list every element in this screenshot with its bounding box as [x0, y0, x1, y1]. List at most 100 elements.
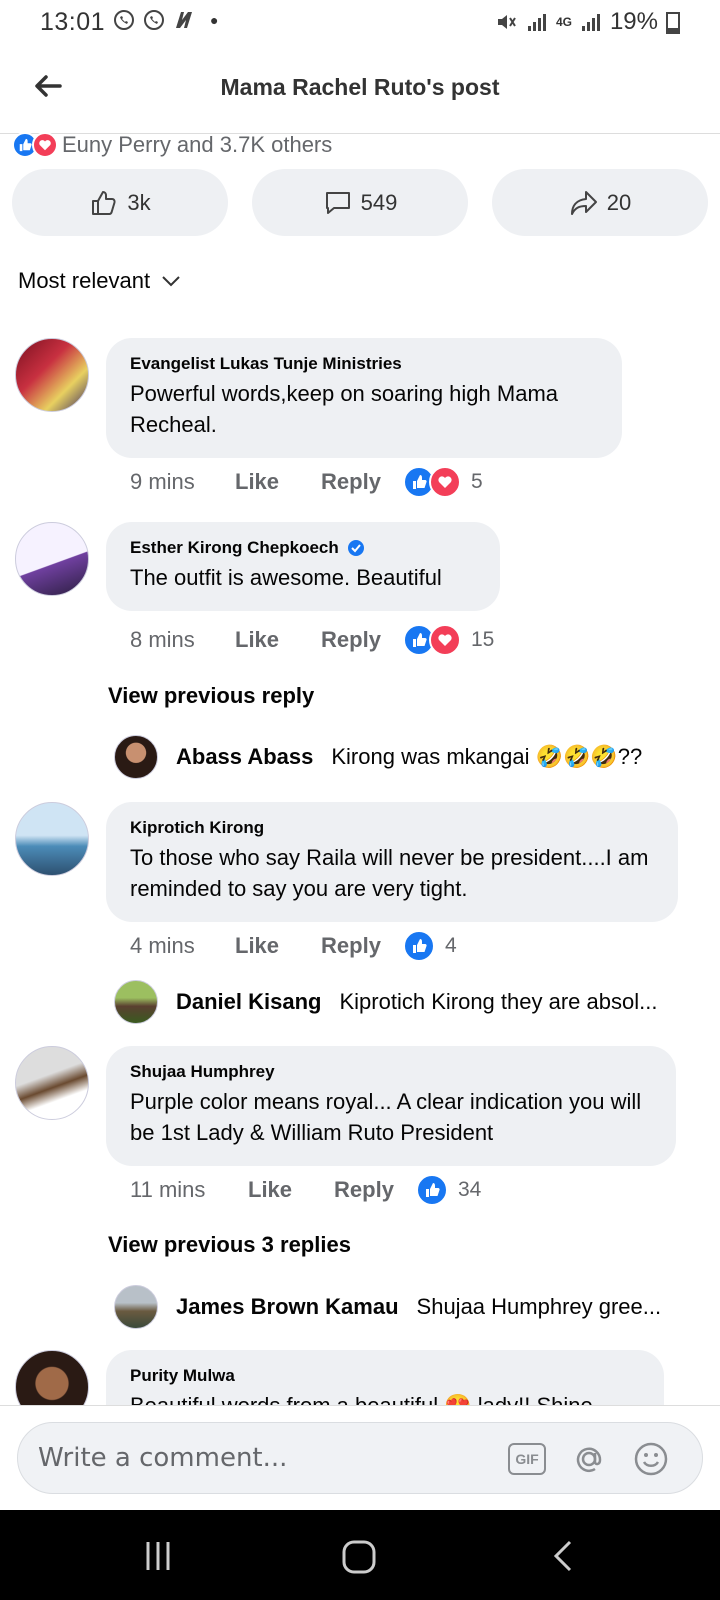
- reply-link[interactable]: Reply: [334, 1177, 394, 1203]
- commenter-name[interactable]: Esther Kirong Chepkoech: [130, 538, 476, 558]
- avatar[interactable]: [15, 522, 89, 596]
- reaction-count: 34: [457, 1178, 482, 1201]
- reply-text: Shujaa Humphrey gree...: [416, 1294, 662, 1319]
- reply-preview[interactable]: James Brown Kamau Shujaa Humphrey gree..…: [114, 1285, 661, 1329]
- like-link[interactable]: Like: [248, 1177, 292, 1203]
- like-reaction-icon: [402, 930, 435, 962]
- mute-icon: [497, 15, 516, 29]
- reply-link[interactable]: Reply: [321, 469, 381, 495]
- comment-count: 549: [360, 189, 398, 215]
- comment-meta: 8 mins Like Reply 15: [130, 624, 494, 656]
- comment-text: The outfit is awesome. Beautiful: [130, 565, 442, 590]
- view-previous-replies-link[interactable]: View previous 3 replies: [108, 1232, 351, 1258]
- reply-preview[interactable]: Daniel Kisang Kiprotich Kirong they are …: [114, 980, 657, 1024]
- share-button[interactable]: 20: [492, 169, 708, 236]
- reply-link[interactable]: Reply: [321, 933, 381, 959]
- like-link[interactable]: Like: [235, 627, 279, 653]
- gif-button[interactable]: GIF: [508, 1443, 546, 1475]
- thumbs-up-icon: [92, 190, 116, 215]
- view-previous-replies-link[interactable]: View previous reply: [108, 683, 314, 709]
- commenter-name-text: Esther Kirong Chepkoech: [130, 538, 339, 557]
- comment-meta: 4 mins Like Reply 4: [130, 930, 457, 962]
- comment-meta: 11 mins Like Reply 34: [130, 1174, 481, 1206]
- reply-preview[interactable]: Abass Abass Kirong was mkangai 🤣🤣🤣??: [114, 735, 642, 779]
- avatar[interactable]: [114, 735, 158, 779]
- like-link[interactable]: Like: [235, 469, 279, 495]
- reactions-summary[interactable]: Euny Perry and 3.7K others: [12, 130, 332, 160]
- reply-author[interactable]: Daniel Kisang: [176, 989, 321, 1015]
- like-count: 3k: [127, 189, 151, 215]
- signal-icon: [581, 14, 600, 31]
- sort-dropdown[interactable]: Most relevant: [18, 268, 182, 294]
- avatar[interactable]: [15, 338, 89, 412]
- comment-reactions[interactable]: 15: [402, 624, 495, 656]
- system-navigation-bar: [0, 1510, 720, 1600]
- avatar[interactable]: [114, 980, 158, 1024]
- status-bar: 13:01 ● 4G 19%: [0, 0, 720, 44]
- commenter-name[interactable]: Evangelist Lukas Tunje Ministries: [130, 354, 598, 374]
- commenter-name[interactable]: Purity Mulwa: [130, 1366, 640, 1386]
- avatar[interactable]: [15, 1046, 89, 1120]
- news-app-icon: [176, 12, 192, 28]
- share-arrow-icon: [570, 190, 597, 215]
- avatar[interactable]: [114, 1285, 158, 1329]
- comment-text: Purple color means royal... A clear indi…: [130, 1089, 642, 1145]
- comment-reactions[interactable]: 4: [402, 930, 457, 962]
- like-button[interactable]: 3k: [12, 169, 228, 236]
- comment-reactions[interactable]: 5: [402, 466, 483, 498]
- sort-label: Most relevant: [18, 268, 151, 293]
- emoji-icon[interactable]: [633, 1441, 669, 1477]
- notification-icons: ●: [112, 8, 218, 32]
- commenter-name[interactable]: Shujaa Humphrey: [130, 1062, 652, 1082]
- home-icon[interactable]: [340, 1538, 378, 1576]
- back-nav-icon[interactable]: [548, 1538, 578, 1574]
- page-title: Mama Rachel Ruto's post: [220, 74, 500, 100]
- avatar[interactable]: [15, 802, 89, 876]
- reply-author[interactable]: James Brown Kamau: [176, 1294, 399, 1320]
- comment-bubble-icon: [325, 191, 350, 214]
- comment-bubble: Shujaa Humphrey Purple color means royal…: [106, 1046, 676, 1166]
- reactions-summary-text: Euny Perry and 3.7K others: [62, 132, 333, 157]
- like-link[interactable]: Like: [235, 933, 279, 959]
- commenter-name[interactable]: Kiprotich Kirong: [130, 818, 654, 838]
- reply-text: Kiprotich Kirong they are absol...: [339, 989, 658, 1014]
- reaction-count: 15: [470, 628, 495, 651]
- mention-at-icon[interactable]: [571, 1441, 607, 1477]
- chevron-down-icon: [162, 276, 180, 287]
- system-icons: 4G 19%: [494, 8, 680, 36]
- status-time: 13:01: [40, 8, 106, 36]
- love-reaction-icon: [32, 132, 58, 158]
- comment-bubble: Purity Mulwa Beautiful words from a beau…: [106, 1350, 664, 1405]
- comment-time[interactable]: 11 mins: [130, 1177, 248, 1203]
- comment-time[interactable]: 4 mins: [130, 933, 235, 959]
- comment-button[interactable]: 549: [252, 169, 468, 236]
- reply-link[interactable]: Reply: [321, 627, 381, 653]
- reply-text: Kirong was mkangai 🤣🤣🤣??: [331, 744, 643, 769]
- share-count: 20: [606, 189, 632, 215]
- comment-input-placeholder: Write a comment...: [38, 1443, 288, 1473]
- battery-icon: [666, 12, 680, 34]
- comment-text: Beautiful words from a beautiful 😍 lady!…: [130, 1390, 640, 1405]
- comment-composer-bar: Write a comment... GIF: [0, 1405, 720, 1510]
- comment-time[interactable]: 9 mins: [130, 469, 235, 495]
- like-reaction-icon: [415, 1174, 448, 1206]
- recent-apps-icon[interactable]: [140, 1538, 176, 1574]
- signal-icon: [527, 14, 546, 31]
- post-header: Mama Rachel Ruto's post: [0, 44, 720, 134]
- comment-partial: Purity Mulwa Beautiful words from a beau…: [0, 1350, 720, 1405]
- comment-bubble: Esther Kirong Chepkoech The outfit is aw…: [106, 522, 500, 611]
- verified-badge-icon: [347, 540, 364, 556]
- comment-bubble: Kiprotich Kirong To those who say Raila …: [106, 802, 678, 922]
- network-type-label: 4G: [555, 15, 572, 29]
- avatar[interactable]: [15, 1350, 89, 1405]
- comment-meta: 9 mins Like Reply 5: [130, 466, 483, 498]
- reply-author[interactable]: Abass Abass: [176, 744, 313, 770]
- comment-reactions[interactable]: 34: [415, 1174, 482, 1206]
- dot-icon: ●: [210, 12, 219, 28]
- whatsapp-icon: [114, 10, 134, 30]
- battery-percent: 19%: [609, 8, 658, 35]
- love-reaction-icon: [428, 624, 461, 656]
- reaction-count: 4: [444, 934, 457, 957]
- comment-input[interactable]: Write a comment... GIF: [17, 1422, 703, 1494]
- comment-time[interactable]: 8 mins: [130, 627, 235, 653]
